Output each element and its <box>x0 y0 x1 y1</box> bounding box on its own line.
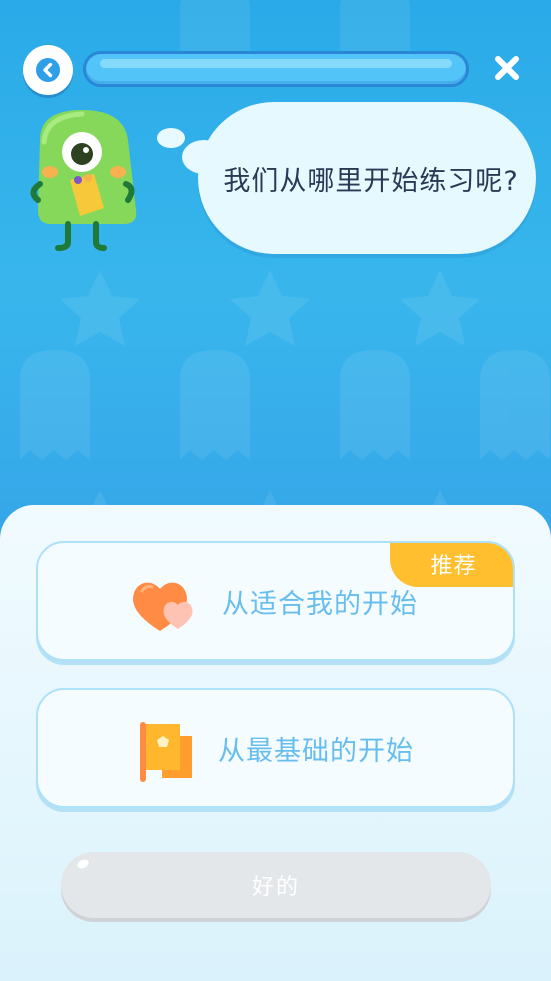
flag-icon <box>140 722 192 782</box>
hearts-icon <box>133 582 193 631</box>
speech-text: 我们从哪里开始练习呢? <box>223 165 519 197</box>
option-label: 从最基础的开始 <box>218 735 414 767</box>
button-shine <box>75 857 91 871</box>
speech-bubble: 我们从哪里开始练习呢? <box>198 102 536 254</box>
progress-bar-shine <box>100 59 452 68</box>
option-label: 从适合我的开始 <box>222 588 418 620</box>
option-recommended[interactable]: 从适合我的开始 推荐 <box>36 541 515 661</box>
thought-bubble-dot <box>157 128 185 148</box>
close-icon <box>495 56 519 80</box>
close-button[interactable] <box>489 50 525 86</box>
app-screen: 我们从哪里开始练习呢? 从适合我的开始 推荐 从最基础的开始 好的 <box>0 0 551 981</box>
confirm-button[interactable]: 好的 <box>61 852 491 918</box>
option-basic[interactable]: 从最基础的开始 <box>36 688 515 808</box>
progress-bar <box>83 51 469 87</box>
green-monster-mascot <box>30 110 137 251</box>
back-button[interactable] <box>23 45 73 95</box>
chevron-left-icon <box>36 58 60 82</box>
recommended-badge: 推荐 <box>390 543 513 587</box>
confirm-button-label: 好的 <box>251 875 300 900</box>
